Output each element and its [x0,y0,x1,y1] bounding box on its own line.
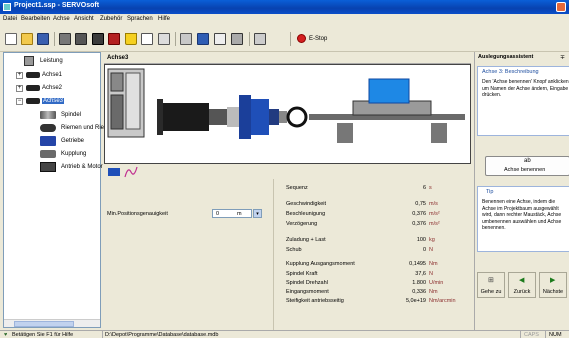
menu-ansicht[interactable]: Ansicht [74,16,94,22]
next-button[interactable]: ▶ Nächste [539,272,567,298]
status-bar: ♥ Betätigen Sie F1 für Hilfe D:\Depot\Pr… [0,330,569,338]
report-icon[interactable] [141,33,153,45]
wizard-pin-icon[interactable]: ∓ [560,54,565,61]
remove-axis-icon[interactable] [108,33,120,45]
tab-mechanics-icon[interactable] [107,166,121,178]
chart-icon[interactable] [214,33,226,45]
load-block-icon [368,78,410,104]
num-indicator: NUM [549,332,562,338]
menu-zubehoer[interactable]: Zubehör [100,16,122,22]
menu-datei[interactable]: Datei [3,16,17,22]
goto-icon: ⊞ [488,277,494,284]
coupling-diagram-icon [286,106,308,128]
open-folder-icon[interactable] [21,33,33,45]
collapse-achse3-icon[interactable]: − [16,98,23,105]
axis-diagram [104,64,471,164]
toolbar-separator [249,32,250,46]
goto-button[interactable]: ⊞ Gehe zu [477,272,505,298]
back-arrow-icon: ◀ [519,277,525,284]
design-wizard-panel: Auslegungsassistent ∓ Achse 3: Beschreib… [474,52,569,330]
expand-achse2-icon[interactable]: + [16,85,23,92]
estop-label[interactable]: E-Stop [309,36,327,42]
save-icon[interactable] [37,33,49,45]
calculator-icon[interactable] [158,33,170,45]
print-icon[interactable] [59,33,71,45]
wizard-title: Auslegungsassistent [478,54,534,60]
status-divider [102,331,103,338]
tip-text: Benennen eine Achse, indem die Achse im … [482,199,562,231]
min-position-accuracy-label: Min.Positionsgenauigkeit [107,211,168,217]
title-bar: Project1.ssp - SERVOsoft [0,0,569,14]
axis-panel-header: Achse3 [104,52,471,64]
menu-bearbeiten[interactable]: Bearbeiten [21,16,50,22]
add-axis-icon[interactable] [92,33,104,45]
motor-icon [26,98,40,104]
window-title: Project1.ssp - SERVOsoft [14,2,100,9]
menu-bar: Datei Bearbeiten Achse Ansicht Zubehör S… [0,14,569,24]
status-path: D:\Depot\Programme\Database\database.mdb [105,332,219,338]
axis-panel-title: Achse3 [107,55,129,61]
toolbar-separator [54,32,55,46]
input-column: Min.Positionsgenauigkeit 0 m ▾ [104,179,274,330]
scrollbar-thumb[interactable] [14,321,74,327]
status-divider [520,331,521,338]
min-position-accuracy-field[interactable]: 0 m [212,209,252,218]
toolbar-separator [290,32,291,46]
rename-icon: ab [524,158,531,164]
expand-achse1-icon[interactable]: + [16,72,23,79]
servo-motor-icon [161,103,209,131]
close-window-button[interactable] [556,2,566,12]
app-icon [3,3,11,11]
belt-icon [40,124,56,132]
toolbar: E-Stop [0,24,569,52]
back-button[interactable]: ◀ Zurück [508,272,536,298]
coupling-icon [40,150,56,158]
motor-icon [26,72,40,78]
tip-box: Tip Benennen eine Achse, indem die Achse… [477,186,569,252]
database-icon[interactable] [197,33,209,45]
view-tabs [104,165,471,179]
project-tree[interactable]: Leistung + Achse1 + Achse2 − Achse3 Spin… [3,52,107,328]
parameter-panel: Min.Positionsgenauigkeit 0 m ▾ Sequenz 6 s… [104,179,471,330]
axis-drawing [107,68,465,143]
tools-icon[interactable] [254,33,266,45]
power-supply-icon [24,56,34,66]
wizard-step-box: Achse 3: Beschreibung Den 'Achse benenne… [477,66,569,136]
menu-achse[interactable]: Achse [53,16,70,22]
rename-axis-button[interactable]: ab Achse benennen [485,156,569,176]
wizard-step-title: Achse 3: Beschreibung [482,69,539,75]
unit-dropdown-icon[interactable]: ▾ [253,209,262,218]
menu-hilfe[interactable]: Hilfe [158,16,170,22]
arrows-icon[interactable] [231,33,243,45]
menu-sprachen[interactable]: Sprachen [127,16,153,22]
tab-motion-profile-icon[interactable] [124,166,138,178]
status-hint: Betätigen Sie F1 für Hilfe [12,332,74,338]
gearbox-icon [40,136,56,146]
spindle-icon [40,111,56,119]
tree-horizontal-scrollbar[interactable] [4,319,100,327]
tip-title: Tip [486,189,494,195]
gearbox-diagram-icon [239,95,251,139]
wizard-step-text: Den 'Achse benennen' Knopf anklicken um … [482,79,569,98]
motor-icon [26,85,40,91]
help-status-icon: ♥ [4,332,8,338]
toolbar-separator [175,32,176,46]
estop-icon[interactable] [297,34,306,43]
panel-icon[interactable] [180,33,192,45]
print-preview-icon[interactable] [75,33,87,45]
new-file-icon[interactable] [5,33,17,45]
next-arrow-icon: ▶ [550,277,556,284]
drive-motor-icon [40,162,56,172]
caps-indicator: CAPS [524,332,539,338]
warning-icon[interactable] [125,33,137,45]
status-divider [545,331,546,338]
